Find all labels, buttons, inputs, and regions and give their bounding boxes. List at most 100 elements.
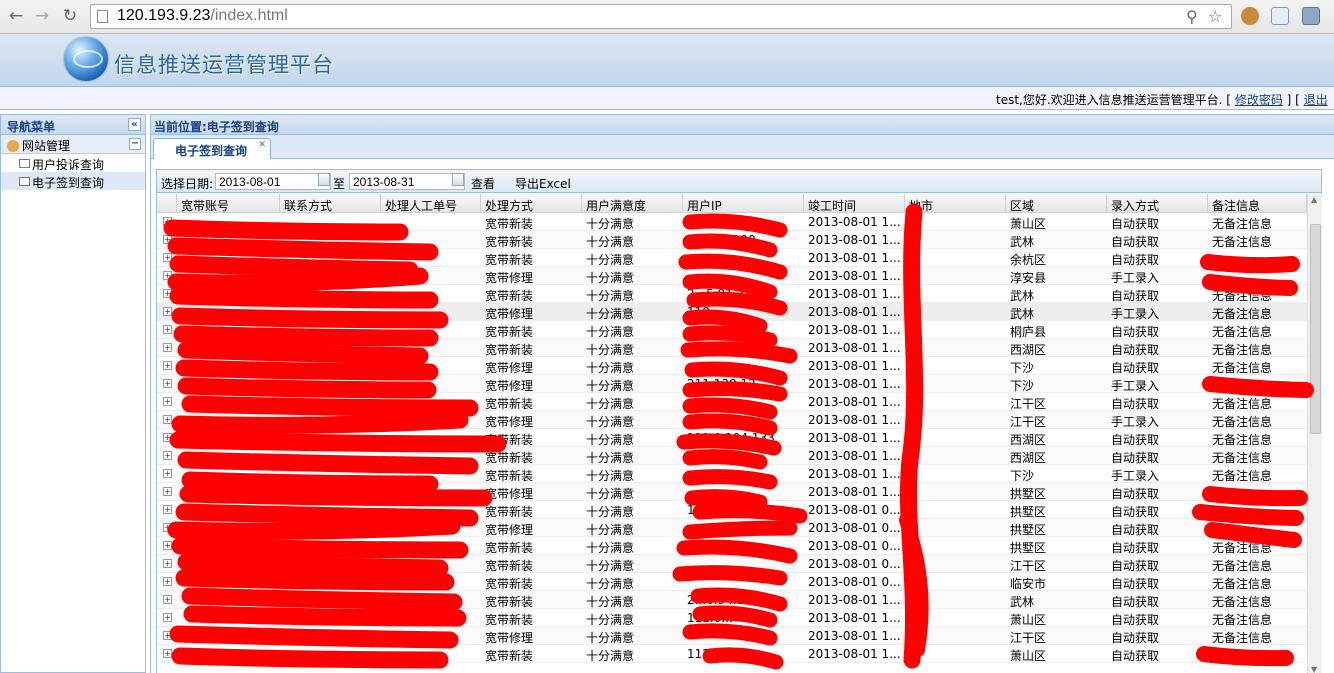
table-row[interactable]: + 宽带新装 十分满意 2013-08-01 1... 桐庐县 自动获取 无备注信息 [157, 321, 1307, 339]
table-row[interactable]: + 宽带修理 十分满意 211.138.12... 2013-08-01 1... 下沙 手… [157, 375, 1307, 393]
collapse-sidebar-icon[interactable]: « [128, 118, 141, 131]
browser-toolbar: ← → ↻ 120.193.9.23/index.html ⚲ ☆ [0, 0, 1334, 34]
table-cell-sat: 十分满意 [586, 487, 635, 501]
expand-row-icon[interactable]: + [163, 631, 172, 640]
back-icon[interactable]: ← [6, 6, 26, 26]
globe-logo-icon [64, 37, 108, 81]
table-row[interactable]: + 宽带新装 十分满意 223.93... 2013-08-01 1... 西湖区 自动获取… [157, 447, 1307, 465]
table-row[interactable]: + 宽带新装 十分满意 2013-08-01 0... 江干区 自动获取 无备注信息 [157, 555, 1307, 573]
end-date-input[interactable] [349, 173, 465, 190]
table-cell-sat: 十分满意 [586, 397, 635, 411]
table-row[interactable]: + 宽带新装 十分满意 2013-08-01 0... 临安市 自动获取 无备注信息 [157, 573, 1307, 591]
table-cell-note: 无备注信息 [1212, 397, 1273, 411]
change-password-link[interactable]: 修改密码 [1235, 93, 1283, 107]
expand-row-icon[interactable]: + [163, 217, 172, 226]
column-header[interactable]: 宽带账号 [177, 194, 280, 213]
start-date-input[interactable] [215, 173, 331, 190]
column-header[interactable]: 处理方式 [481, 194, 582, 213]
bookmark-star-icon[interactable]: ☆ [1208, 8, 1222, 26]
table-cell-time: 2013-08-01 1... [808, 341, 901, 355]
column-header[interactable]: 地市 [905, 194, 1006, 213]
expand-row-icon[interactable]: + [163, 559, 172, 568]
table-cell-ip: 110... [687, 305, 722, 319]
scroll-down-icon[interactable]: ▼ [1311, 665, 1317, 673]
expand-row-icon[interactable]: + [163, 523, 172, 532]
table-row[interactable]: + 宽带新装 十分满意 2013-08-01 1... 余杭区 自动获取 [157, 249, 1307, 267]
table-row[interactable]: + 宽带新装 十分满意 11... 2013-08-01 0... 拱墅区 自动获取 [157, 501, 1307, 519]
scroll-up-icon[interactable]: ▲ [1311, 195, 1317, 204]
scrollbar-thumb[interactable] [1310, 224, 1321, 434]
sidebar-item-checkin-query[interactable]: 电子签到查询 [1, 172, 145, 190]
column-header[interactable]: 用户满意度 [582, 194, 683, 213]
expand-row-icon[interactable]: + [163, 289, 172, 298]
calendar-icon[interactable] [452, 173, 464, 186]
table-cell-time: 2013-08-01 1... [808, 647, 901, 661]
sidebar-item-complaint-query[interactable]: 用户投诉查询 [1, 154, 145, 172]
table-row[interactable]: + 宽带新装 十分满意 2013-08-01 1... 萧山区 自动获取 无备注信息 [157, 213, 1307, 231]
table-cell-note: 无备注信息 [1212, 325, 1273, 339]
column-header[interactable]: 处理人工单号 [381, 194, 481, 213]
table-row[interactable]: + 宽带修理 十分满意 2013-08-01 0... 拱墅区 自动获取 [157, 519, 1307, 537]
tab-checkin-query[interactable]: 电子签到查询 ✕ [153, 138, 271, 159]
column-header[interactable]: 竣工时间 [804, 194, 905, 213]
table-row[interactable]: + 宽带修理 十分满意 110... 2013-08-01 1... 武林 手工录入 无备注信… [157, 303, 1307, 321]
expand-row-icon[interactable]: + [163, 361, 172, 370]
expand-row-icon[interactable]: + [163, 505, 172, 514]
export-excel-button[interactable]: 导出Excel [515, 175, 571, 192]
expand-row-icon[interactable]: + [163, 487, 172, 496]
ie-tab-extension-icon[interactable] [1271, 7, 1289, 25]
expand-row-icon[interactable]: + [163, 379, 172, 388]
expand-row-icon[interactable]: + [163, 649, 172, 658]
expand-row-icon[interactable]: + [163, 433, 172, 442]
column-header[interactable]: 录入方式 [1107, 194, 1208, 213]
table-row[interactable]: + 宽带新装 十分满意 2013-08-01 1... 西湖区 自动获取 无备注信息 [157, 339, 1307, 357]
table-cell-area: 西湖区 [1010, 343, 1047, 357]
table-row[interactable]: + 宽带修理 十分满意 2013-08-01 1... 下沙 自动获取 无备注信息 [157, 357, 1307, 375]
expand-row-icon[interactable]: + [163, 235, 172, 244]
table-row[interactable]: + 宽带修理 十分满意 2013-08-01 1... 拱墅区 自动获取 [157, 483, 1307, 501]
expand-row-icon[interactable]: + [163, 577, 172, 586]
expand-row-icon[interactable]: + [163, 613, 172, 622]
search-icon[interactable]: ⚲ [1186, 8, 1198, 26]
table-row[interactable]: + 宽带新装 十分满意 111.0... 2013-08-01 1... 萧山区 自动获取 无… [157, 609, 1307, 627]
sidebar-group-site-management[interactable]: 网站管理 − [1, 135, 145, 154]
column-header[interactable]: 联系方式 [280, 194, 381, 213]
column-header[interactable]: 区域 [1006, 194, 1107, 213]
table-row[interactable]: + 宽带新装 十分满意 2...5.91.242 2013-08-01 1... 武林 自动… [157, 285, 1307, 303]
expand-row-icon[interactable]: + [163, 253, 172, 262]
table-row[interactable]: + 宽带新装 十分满意 2013-08-01 1... 江干区 自动获取 无备注信息 [157, 393, 1307, 411]
collapse-group-icon[interactable]: − [129, 138, 141, 150]
screen-capture-extension-icon[interactable] [1302, 7, 1320, 25]
table-row[interactable]: + 宽带新装 十分满意 111.0.104.133 2013-08-01 1... 西湖区… [157, 429, 1307, 447]
address-bar[interactable]: 120.193.9.23/index.html ⚲ ☆ [90, 4, 1232, 29]
vertical-scrollbar[interactable]: ▲ ▼ [1307, 194, 1322, 673]
table-row[interactable]: + 宽带修理 十分满意 2013-08-01 1... 淳安县 手工录入 [157, 267, 1307, 285]
table-row[interactable]: + 宽带修理 十分满意 2013-08-01 1... 江干区 自动获取 无备注信息 [157, 627, 1307, 645]
table-row[interactable]: + 宽带新装 十分满意 2013-08-01 0... 拱墅区 自动获取 无备注信息 [157, 537, 1307, 555]
expand-row-icon[interactable]: + [163, 595, 172, 604]
column-header[interactable]: 备注信息 [1208, 194, 1307, 213]
table-row[interactable]: + 宽带新装 十分满意 2..5.89.190 2013-08-01 1... 武林 自动获… [157, 231, 1307, 249]
reload-icon[interactable]: ↻ [60, 6, 80, 26]
expand-row-icon[interactable]: + [163, 271, 172, 280]
expand-row-icon[interactable]: + [163, 541, 172, 550]
cookie-extension-icon[interactable] [1241, 7, 1259, 25]
query-button[interactable]: 查看 [471, 175, 495, 192]
expand-row-icon[interactable]: + [163, 469, 172, 478]
logout-link[interactable]: 退出 [1304, 93, 1328, 107]
table-row[interactable]: + 宽带新装 十分满意 112... 2013-08-01 1... 萧山区 自动获取 [157, 645, 1307, 663]
calendar-icon[interactable] [318, 173, 330, 186]
expand-row-icon[interactable]: + [163, 415, 172, 424]
forward-icon[interactable]: → [32, 6, 52, 26]
column-header[interactable]: 用户IP [683, 194, 804, 213]
expand-row-icon[interactable]: + [163, 451, 172, 460]
table-row[interactable]: + 宽带新装 十分满意 2013-08-01 1... 下沙 手工录入 无备注信息 [157, 465, 1307, 483]
expand-row-icon[interactable]: + [163, 325, 172, 334]
close-tab-icon[interactable]: ✕ [258, 140, 266, 150]
expand-row-icon[interactable]: + [163, 397, 172, 406]
expand-row-icon[interactable]: + [163, 307, 172, 316]
table-row[interactable]: + 宽带新装 十分满意 2...6.94.138 2013-08-01 1... 武林 自动… [157, 591, 1307, 609]
table-cell-type: 宽带新装 [485, 451, 534, 465]
table-row[interactable]: + 宽带修理 十分满意 2013-08-01 1... 江干区 手工录入 无备注信息 [157, 411, 1307, 429]
expand-row-icon[interactable]: + [163, 343, 172, 352]
